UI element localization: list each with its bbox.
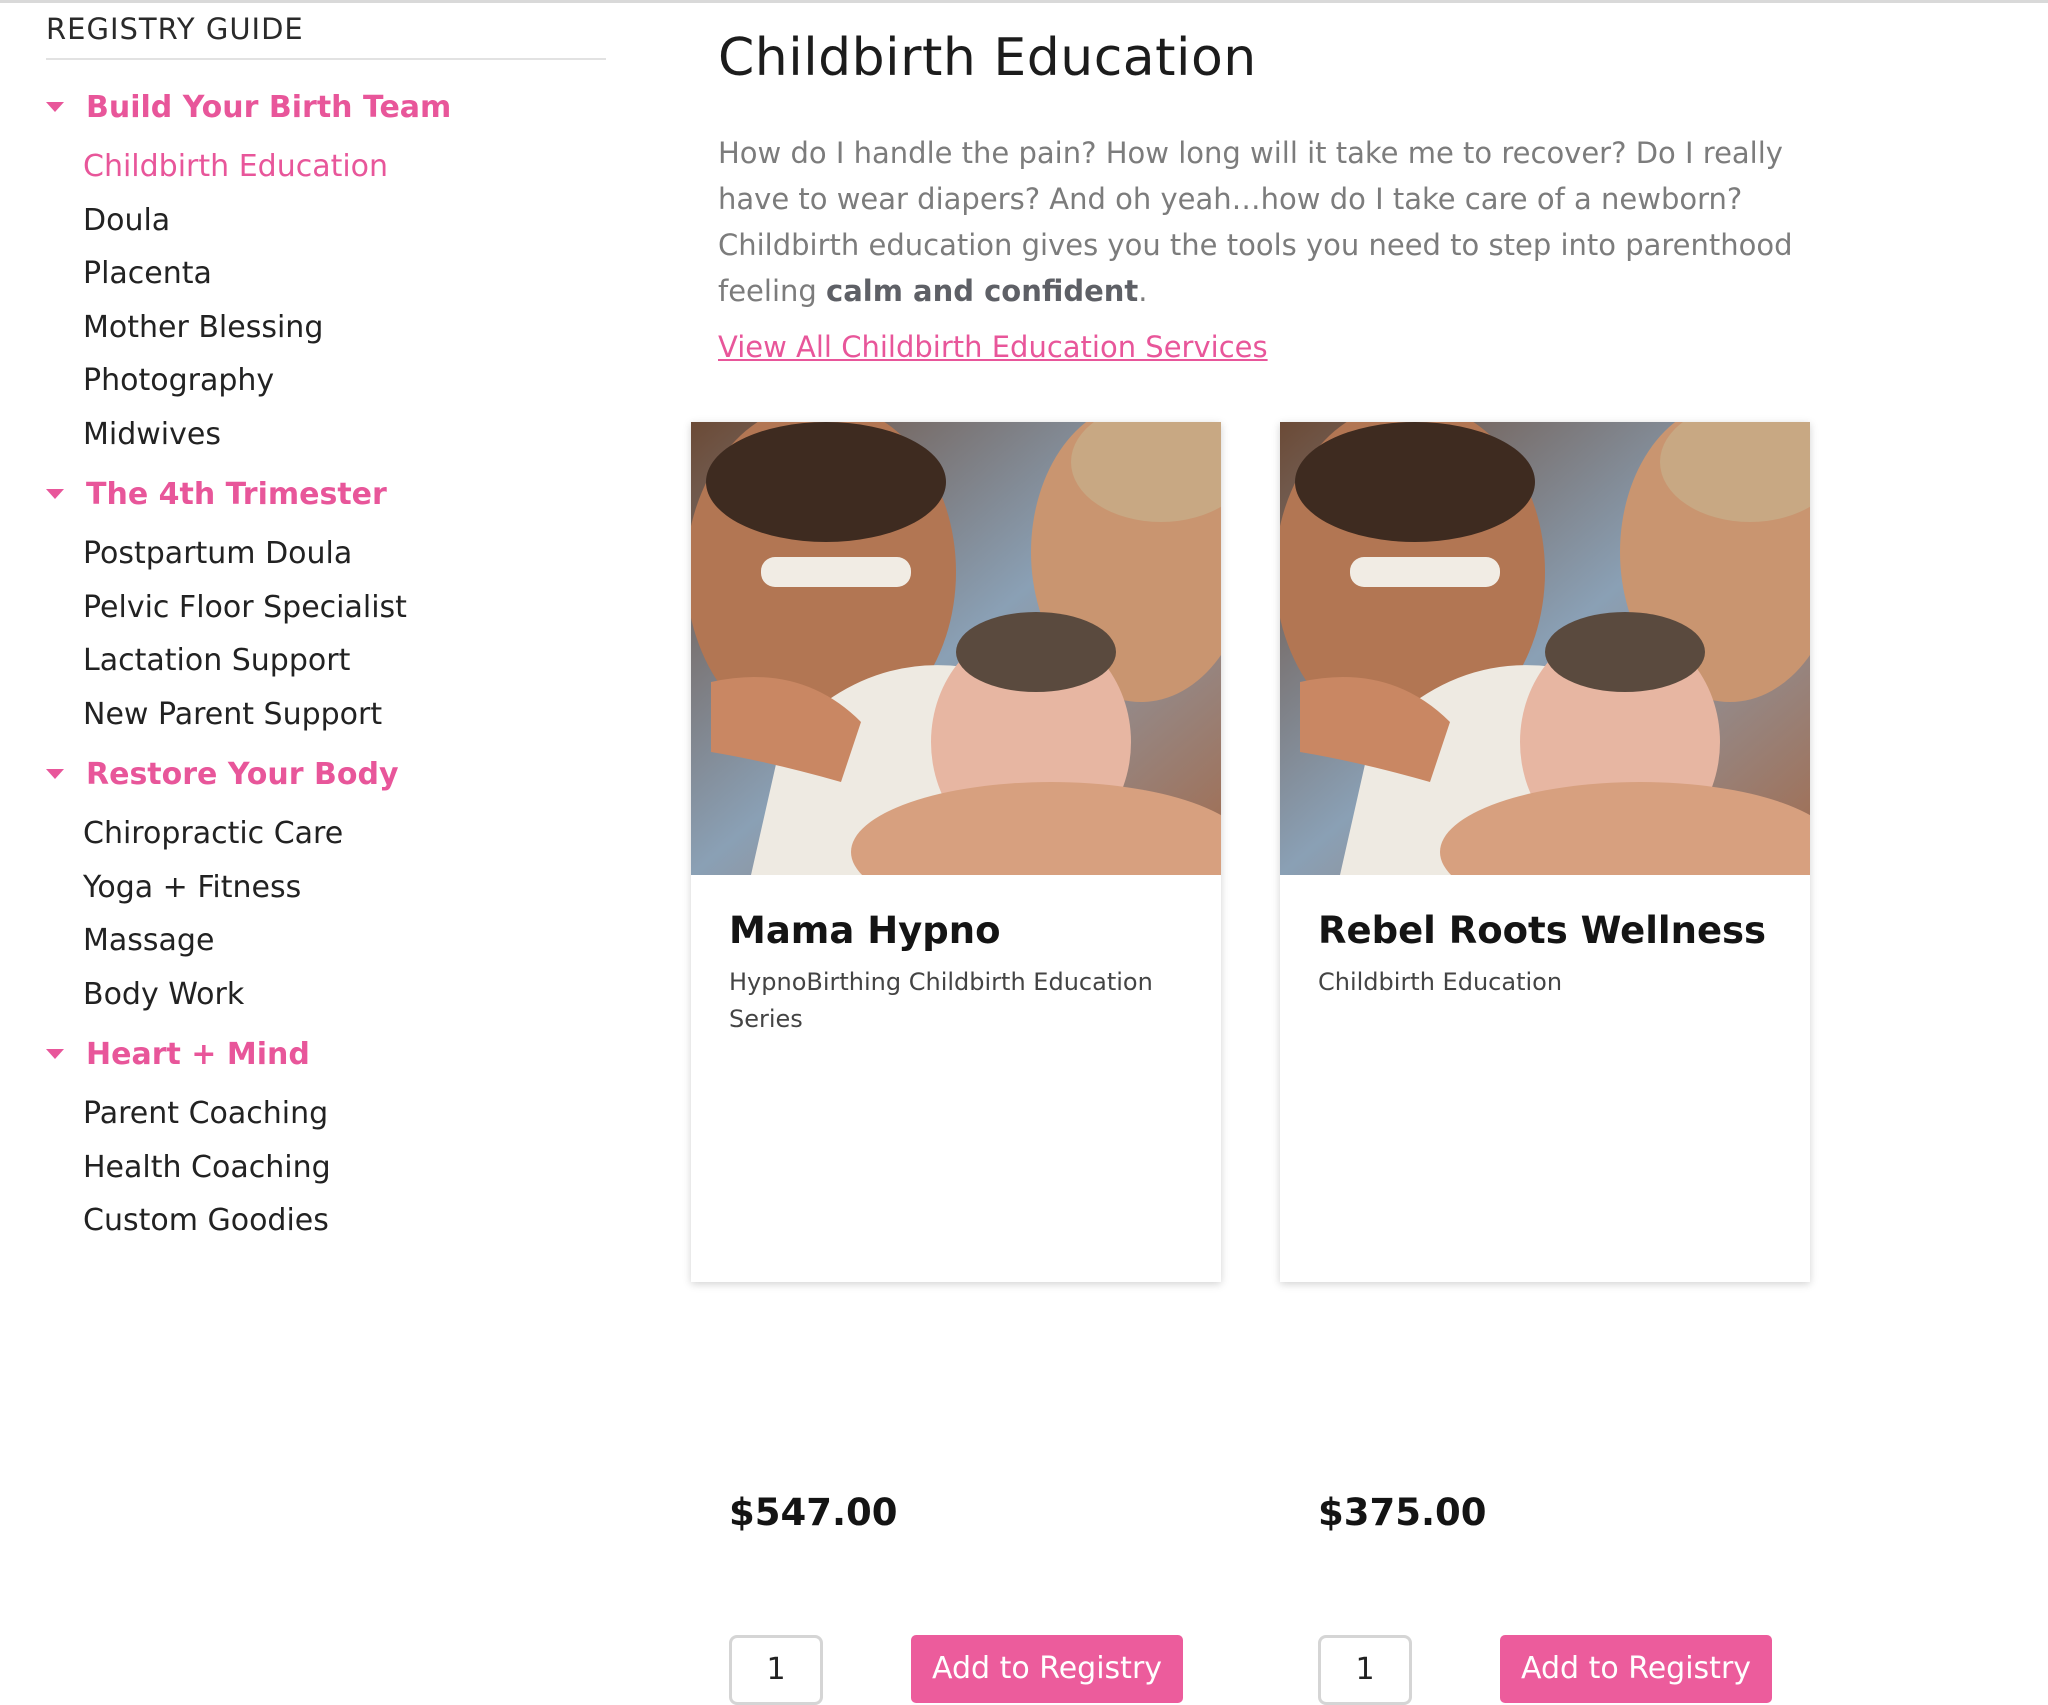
service-subtitle: HypnoBirthing Childbirth Education Serie… xyxy=(729,968,1153,1033)
sidebar-item-photography[interactable]: Photography xyxy=(46,354,606,408)
caret-down-icon xyxy=(46,489,64,499)
group-toggle-restore-your-body[interactable]: Restore Your Body xyxy=(46,751,606,797)
service-card: Rebel Roots Wellness Childbirth Educatio… xyxy=(1280,422,1810,1705)
card-body: Mama Hypno HypnoBirthing Childbirth Educ… xyxy=(729,875,1183,1705)
sidebar-item-midwives[interactable]: Midwives xyxy=(46,408,606,462)
sidebar-item-parent-coaching[interactable]: Parent Coaching xyxy=(46,1087,606,1141)
family-photo-image xyxy=(1280,422,1810,875)
family-photo-image xyxy=(691,422,1221,875)
quantity-input[interactable]: 1 xyxy=(729,1635,823,1705)
sidebar-item-lactation-support[interactable]: Lactation Support xyxy=(46,634,606,688)
sidebar-item-placenta[interactable]: Placenta xyxy=(46,247,606,301)
card-body: Rebel Roots Wellness Childbirth Educatio… xyxy=(1318,875,1772,1705)
nav-group-build-birth-team: Build Your Birth Team Childbirth Educati… xyxy=(46,84,606,461)
sidebar-item-new-parent-support[interactable]: New Parent Support xyxy=(46,688,606,742)
service-photo[interactable] xyxy=(1280,422,1810,875)
group-toggle-build-birth-team[interactable]: Build Your Birth Team xyxy=(46,84,606,130)
add-to-registry-button[interactable]: Add to Registry xyxy=(1500,1635,1772,1703)
view-all-services-link[interactable]: View All Childbirth Education Services xyxy=(718,330,1268,364)
group-toggle-heart-mind[interactable]: Heart + Mind xyxy=(46,1031,606,1077)
nav-group-4th-trimester: The 4th Trimester Postpartum Doula Pelvi… xyxy=(46,471,606,741)
sidebar-title: REGISTRY GUIDE xyxy=(46,12,606,60)
sidebar-item-pelvic-floor-specialist[interactable]: Pelvic Floor Specialist xyxy=(46,581,606,635)
registry-nav: Build Your Birth Team Childbirth Educati… xyxy=(46,80,606,1258)
intro-emphasis: calm and confident xyxy=(826,274,1139,308)
group-label: Build Your Birth Team xyxy=(86,89,452,125)
sidebar-item-body-work[interactable]: Body Work xyxy=(46,968,606,1022)
group-label: Restore Your Body xyxy=(86,756,399,792)
sidebar-item-yoga-fitness[interactable]: Yoga + Fitness xyxy=(46,861,606,915)
add-to-registry-button[interactable]: Add to Registry xyxy=(911,1635,1183,1703)
sidebar-item-mother-blessing[interactable]: Mother Blessing xyxy=(46,301,606,355)
sidebar-item-chiropractic-care[interactable]: Chiropractic Care xyxy=(46,807,606,861)
sidebar-item-doula[interactable]: Doula xyxy=(46,194,606,248)
sidebar-item-health-coaching[interactable]: Health Coaching xyxy=(46,1141,606,1195)
quantity-input[interactable]: 1 xyxy=(1318,1635,1412,1705)
service-price: $375.00 xyxy=(1318,1491,1487,1534)
caret-down-icon xyxy=(46,102,64,112)
service-price: $547.00 xyxy=(729,1491,898,1534)
provider-name[interactable]: Rebel Roots Wellness xyxy=(1318,909,1772,952)
group-label: Heart + Mind xyxy=(86,1036,310,1072)
provider-name[interactable]: Mama Hypno xyxy=(729,909,1183,952)
intro-end: . xyxy=(1138,274,1148,308)
main-content: Childbirth Education How do I handle the… xyxy=(691,0,2038,1705)
group-label: The 4th Trimester xyxy=(86,476,387,512)
sidebar-item-massage[interactable]: Massage xyxy=(46,914,606,968)
intro-paragraph: How do I handle the pain? How long will … xyxy=(718,130,1818,314)
caret-down-icon xyxy=(46,1049,64,1059)
service-card: Mama Hypno HypnoBirthing Childbirth Educ… xyxy=(691,422,1221,1705)
sidebar-item-childbirth-education[interactable]: Childbirth Education xyxy=(46,140,606,194)
registry-guide-sidebar: REGISTRY GUIDE Build Your Birth Team Chi… xyxy=(0,0,640,1251)
service-subtitle: Childbirth Education xyxy=(1318,968,1563,996)
caret-down-icon xyxy=(46,769,64,779)
sidebar-item-custom-goodies[interactable]: Custom Goodies xyxy=(46,1194,606,1248)
nav-group-restore-your-body: Restore Your Body Chiropractic Care Yoga… xyxy=(46,751,606,1021)
page-title: Childbirth Education xyxy=(718,28,1257,88)
service-photo[interactable] xyxy=(691,422,1221,875)
nav-group-heart-mind: Heart + Mind Parent Coaching Health Coac… xyxy=(46,1031,606,1248)
group-toggle-4th-trimester[interactable]: The 4th Trimester xyxy=(46,471,606,517)
sidebar-item-postpartum-doula[interactable]: Postpartum Doula xyxy=(46,527,606,581)
